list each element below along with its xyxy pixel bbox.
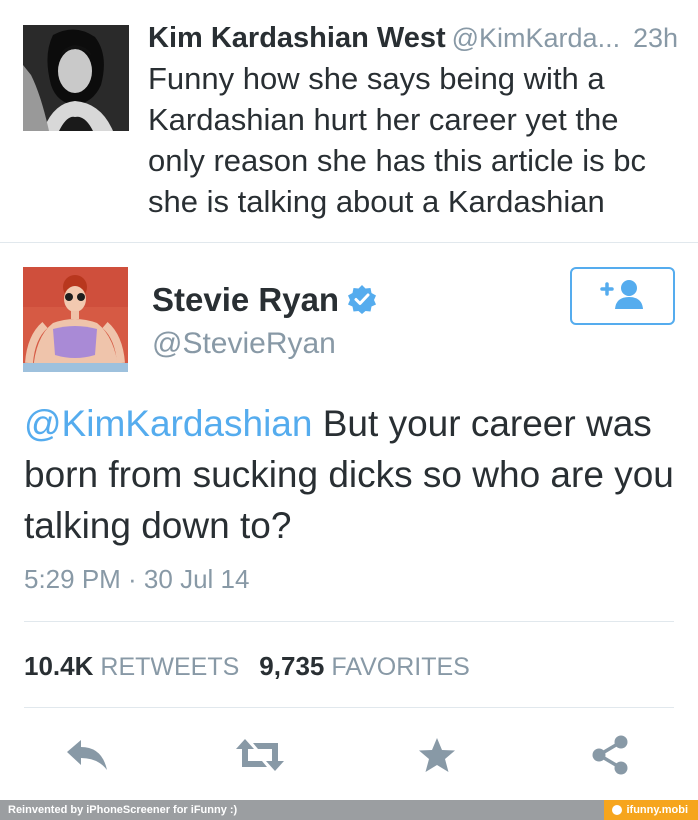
tweet-stats: 10.4K RETWEETS 9,735 FAVORITES [24,650,490,683]
ifunny-badge: ifunny.mobi [604,800,698,820]
main-tweet-text: @KimKardashian But your career was born … [24,398,684,551]
share-icon [590,734,630,781]
reply-text: Funny how she says being with a Kardashi… [148,61,646,219]
reply-tweet[interactable]: Kim Kardashian West @KimKarda... 23h Funn… [0,0,698,243]
favorite-button[interactable] [413,735,461,779]
watermark-bar: Reinvented by iPhoneScreener for iFunny … [0,800,698,820]
mention-link[interactable]: @KimKardashian [24,403,312,444]
reply-author-name[interactable]: Kim Kardashian West [148,22,446,54]
reply-button[interactable] [63,735,111,779]
verified-badge-icon [347,283,377,323]
divider [24,707,674,708]
retweets-count[interactable]: 10.4K [24,651,93,681]
main-author-handle[interactable]: @StevieRyan [152,325,336,363]
reply-author-handle[interactable]: @KimKarda... [452,23,620,53]
favorites-label[interactable]: FAVORITES [331,653,469,681]
add-user-icon [598,278,648,315]
ifunny-logo-icon [612,805,623,815]
retweet-button[interactable] [236,735,284,779]
retweets-label[interactable]: RETWEETS [100,653,239,681]
reply-icon [64,737,110,778]
reply-timestamp: 23h [632,23,678,53]
retweet-icon [234,737,286,778]
ifunny-domain: ifunny.mobi [626,804,688,816]
stevie-avatar[interactable] [23,267,128,372]
follow-button[interactable] [570,267,675,325]
divider [24,621,674,622]
favorites-count[interactable]: 9,735 [259,651,324,681]
kim-avatar[interactable] [23,25,129,131]
watermark-credit: Reinvented by iPhoneScreener for iFunny … [8,804,238,816]
main-author-name[interactable]: Stevie Ryan [152,281,339,318]
star-icon [418,737,456,778]
main-tweet-timestamp: 5:29 PM · 30 Jul 14 [24,564,250,594]
share-button[interactable] [586,735,634,779]
action-bar [0,725,698,790]
